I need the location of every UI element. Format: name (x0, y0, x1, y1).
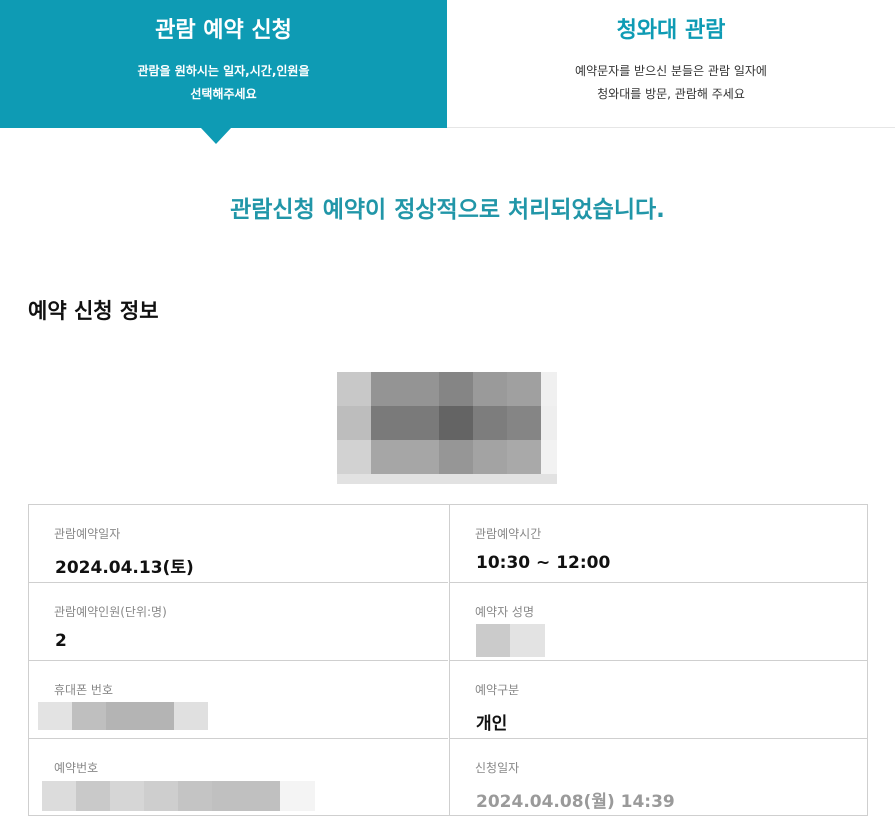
visit-time-value: 10:30 ~ 12:00 (476, 553, 611, 573)
step-description-line: 청와대를 방문, 관람해 주세요 (597, 87, 745, 101)
phone-redacted (38, 702, 208, 730)
phone-cell: 휴대폰 번호 (29, 660, 448, 738)
applicant-name-label: 예약자 성명 (475, 605, 535, 619)
qr-code-image (337, 372, 557, 484)
application-date-cell: 신청일자 2024.04.08(월) 14:39 (449, 738, 868, 816)
step-description-line: 예약문자를 받으신 분들은 관람 일자에 (575, 64, 767, 78)
reservation-number-cell: 예약번호 (29, 738, 448, 816)
reservation-number-redacted (42, 781, 315, 811)
visit-time-cell: 관람예약시간 10:30 ~ 12:00 (449, 505, 868, 583)
step-description: 관람을 원하시는 일자,시간,인원을 선택해주세요 (0, 60, 447, 106)
reservation-type-label: 예약구분 (475, 683, 520, 697)
application-date-value: 2024.04.08(월) 14:39 (476, 792, 675, 812)
visitors-cell: 관람예약인원(단위:명) 2 (29, 582, 448, 660)
applicant-name-cell: 예약자 성명 (449, 582, 868, 660)
step-title: 청와대 관람 (616, 18, 726, 43)
phone-label: 휴대폰 번호 (54, 683, 114, 697)
reservation-info-table: 관람예약일자 2024.04.13(토) 관람예약시간 10:30 ~ 12:0… (28, 504, 868, 816)
step-header: 관람 예약 신청 관람을 원하시는 일자,시간,인원을 선택해주세요 청와대 관… (0, 0, 895, 128)
visitors-value: 2 (55, 631, 67, 651)
reservation-number-label: 예약번호 (54, 761, 99, 775)
reservation-type-cell: 예약구분 개인 (449, 660, 868, 738)
step-description: 예약문자를 받으신 분들은 관람 일자에 청와대를 방문, 관람해 주세요 (447, 60, 895, 106)
application-date-label: 신청일자 (475, 761, 520, 775)
visit-time-label: 관람예약시간 (475, 527, 542, 541)
step-visit: 청와대 관람 예약문자를 받으신 분들은 관람 일자에 청와대를 방문, 관람해… (447, 0, 895, 128)
step-reservation-request: 관람 예약 신청 관람을 원하시는 일자,시간,인원을 선택해주세요 (0, 0, 447, 128)
confirmation-message: 관람신청 예약이 정상적으로 처리되었습니다. (230, 197, 665, 223)
qr-code-blur (337, 372, 557, 484)
step-description-line: 선택해주세요 (190, 87, 257, 101)
section-title: 예약 신청 정보 (28, 299, 159, 323)
visitors-label: 관람예약인원(단위:명) (54, 605, 167, 619)
visit-date-cell: 관람예약일자 2024.04.13(토) (29, 505, 448, 583)
visit-date-value: 2024.04.13(토) (55, 558, 194, 578)
step-title: 관람 예약 신청 (155, 18, 292, 43)
step-description-line: 관람을 원하시는 일자,시간,인원을 (137, 64, 310, 78)
applicant-name-redacted (476, 624, 545, 657)
reservation-type-value: 개인 (476, 714, 508, 734)
visit-date-label: 관람예약일자 (54, 527, 121, 541)
active-step-pointer-icon (201, 128, 231, 144)
